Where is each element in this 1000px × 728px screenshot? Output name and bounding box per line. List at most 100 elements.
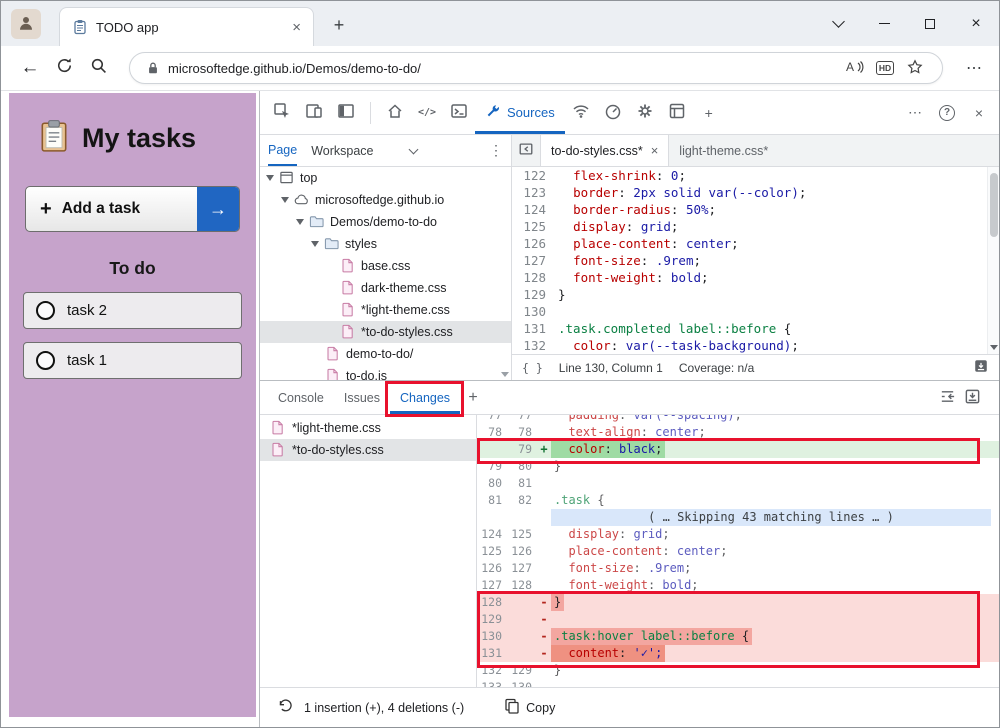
diff-row[interactable]: 7980}: [477, 458, 999, 475]
inspect-button[interactable]: [266, 91, 298, 134]
file-tree-item[interactable]: Demos/demo-to-do: [260, 211, 511, 233]
diff-row[interactable]: 124125 display: grid;: [477, 526, 999, 543]
diff-row[interactable]: 132129}: [477, 662, 999, 679]
tab-network[interactable]: [565, 91, 597, 134]
search-button[interactable]: [81, 51, 115, 85]
line-number[interactable]: 130: [512, 303, 558, 320]
changes-file-item[interactable]: *light-theme.css: [260, 417, 476, 439]
file-tree-item[interactable]: to-do.js: [260, 365, 511, 380]
favorites-button[interactable]: [900, 54, 930, 82]
tab-application[interactable]: [661, 91, 693, 134]
drawer-tab-console[interactable]: Console: [268, 381, 334, 414]
close-window-button[interactable]: ×: [953, 1, 999, 46]
scroll-down-icon[interactable]: [501, 372, 509, 377]
diff-row[interactable]: 8081: [477, 475, 999, 492]
settings-button[interactable]: [629, 91, 661, 134]
chevron-down-icon[interactable]: [408, 144, 418, 154]
diff-row[interactable]: 7878 text-align: center;: [477, 424, 999, 441]
line-number[interactable]: 128: [512, 269, 558, 286]
task-item[interactable]: task 1: [23, 342, 242, 379]
file-tree-item[interactable]: top: [260, 167, 511, 189]
changes-file-item[interactable]: *to-do-styles.css: [260, 439, 476, 461]
line-number[interactable]: 132: [512, 337, 558, 354]
editor-tab[interactable]: to-do-styles.css* ×: [540, 135, 669, 166]
scrollbar-thumb[interactable]: [990, 173, 998, 237]
diff-row[interactable]: 79+ color: black;: [477, 441, 999, 458]
add-task-button[interactable]: + Add a task →: [25, 186, 240, 232]
devtools-menu-button[interactable]: ⋯: [899, 91, 931, 134]
drawer-tab-changes[interactable]: Changes: [390, 381, 460, 414]
task-item[interactable]: task 2: [23, 292, 242, 329]
close-icon[interactable]: ×: [651, 143, 659, 158]
code-line[interactable]: 131.task.completed label::before {: [512, 320, 987, 337]
file-tree-item[interactable]: *light-theme.css: [260, 299, 511, 321]
url-text[interactable]: microsoftedge.github.io/Demos/demo-to-do…: [168, 61, 840, 76]
file-tree-item[interactable]: *to-do-styles.css: [260, 321, 511, 343]
tree-scrollbar[interactable]: [499, 167, 511, 380]
scroll-down-icon[interactable]: [990, 345, 998, 350]
task-checkbox[interactable]: [36, 351, 55, 370]
revert-button[interactable]: [276, 698, 292, 717]
read-aloud-button[interactable]: A: [840, 54, 870, 82]
code-line[interactable]: 129}: [512, 286, 987, 303]
line-number[interactable]: 131: [512, 320, 558, 337]
device-emulation-button[interactable]: [298, 91, 330, 134]
code-line[interactable]: 130: [512, 303, 987, 320]
refresh-button[interactable]: [47, 51, 81, 85]
tab-sources[interactable]: Sources: [475, 91, 565, 134]
code-line[interactable]: 124 border-radius: 50%;: [512, 201, 987, 218]
diff-row[interactable]: 130-.task:hover label::before {: [477, 628, 999, 645]
back-button[interactable]: ←: [13, 51, 47, 85]
tab-elements[interactable]: </>: [411, 91, 443, 134]
drawer-tab-issues[interactable]: Issues: [334, 381, 390, 414]
code-line[interactable]: 125 display: grid;: [512, 218, 987, 235]
navigator-more-button[interactable]: ⋮: [489, 142, 503, 159]
task-checkbox[interactable]: [36, 301, 55, 320]
file-tree-item[interactable]: microsoftedge.github.io: [260, 189, 511, 211]
help-button[interactable]: ?: [931, 91, 963, 134]
address-bar[interactable]: microsoftedge.github.io/Demos/demo-to-do…: [129, 52, 943, 84]
file-tree-item[interactable]: styles: [260, 233, 511, 255]
copy-button[interactable]: Copy: [504, 698, 555, 717]
code-editor[interactable]: 122 flex-shrink: 0;123 border: 2px solid…: [512, 167, 999, 380]
close-devtools-button[interactable]: ×: [963, 91, 995, 134]
tab-list-button[interactable]: [815, 1, 861, 46]
tab-welcome[interactable]: [379, 91, 411, 134]
line-number[interactable]: 124: [512, 201, 558, 218]
line-number[interactable]: 125: [512, 218, 558, 235]
line-number[interactable]: 123: [512, 184, 558, 201]
tab-workspace[interactable]: Workspace: [311, 144, 373, 158]
submit-task-button[interactable]: →: [197, 187, 239, 231]
code-line[interactable]: 128 font-weight: bold;: [512, 269, 987, 286]
expander-icon[interactable]: [266, 175, 274, 181]
line-number[interactable]: 126: [512, 235, 558, 252]
new-tab-button[interactable]: +: [327, 13, 351, 37]
more-panels-button[interactable]: +: [693, 91, 725, 134]
tab-page[interactable]: Page: [268, 135, 297, 166]
file-tree-item[interactable]: base.css: [260, 255, 511, 277]
editor-tab[interactable]: light-theme.css*: [669, 135, 778, 166]
expander-icon[interactable]: [311, 241, 319, 247]
settings-menu-button[interactable]: ⋯: [957, 58, 991, 78]
tab-close-button[interactable]: ×: [288, 19, 305, 36]
diff-row[interactable]: 125126 place-content: center;: [477, 543, 999, 560]
diff-row[interactable]: 8182.task {: [477, 492, 999, 509]
line-number[interactable]: 129: [512, 286, 558, 303]
code-line[interactable]: 126 place-content: center;: [512, 235, 987, 252]
navigator-toggle-button[interactable]: [512, 135, 540, 166]
code-line[interactable]: 132 color: var(--task-background);: [512, 337, 987, 354]
tab-performance[interactable]: [597, 91, 629, 134]
code-line[interactable]: 123 border: 2px solid var(--color);: [512, 184, 987, 201]
expander-icon[interactable]: [296, 219, 304, 225]
file-tree-item[interactable]: demo-to-do/: [260, 343, 511, 365]
focus-mode-button[interactable]: [330, 91, 362, 134]
braces-icon[interactable]: { }: [522, 361, 543, 375]
line-number[interactable]: 127: [512, 252, 558, 269]
show-drawer-button[interactable]: [973, 358, 989, 377]
minimize-button[interactable]: [861, 1, 907, 46]
dock-bottom-button[interactable]: [964, 388, 981, 408]
profile-avatar[interactable]: [11, 9, 41, 39]
site-info-lock-icon[interactable]: [146, 61, 160, 75]
browser-tab[interactable]: TODO app ×: [59, 7, 314, 46]
line-number[interactable]: 122: [512, 167, 558, 184]
